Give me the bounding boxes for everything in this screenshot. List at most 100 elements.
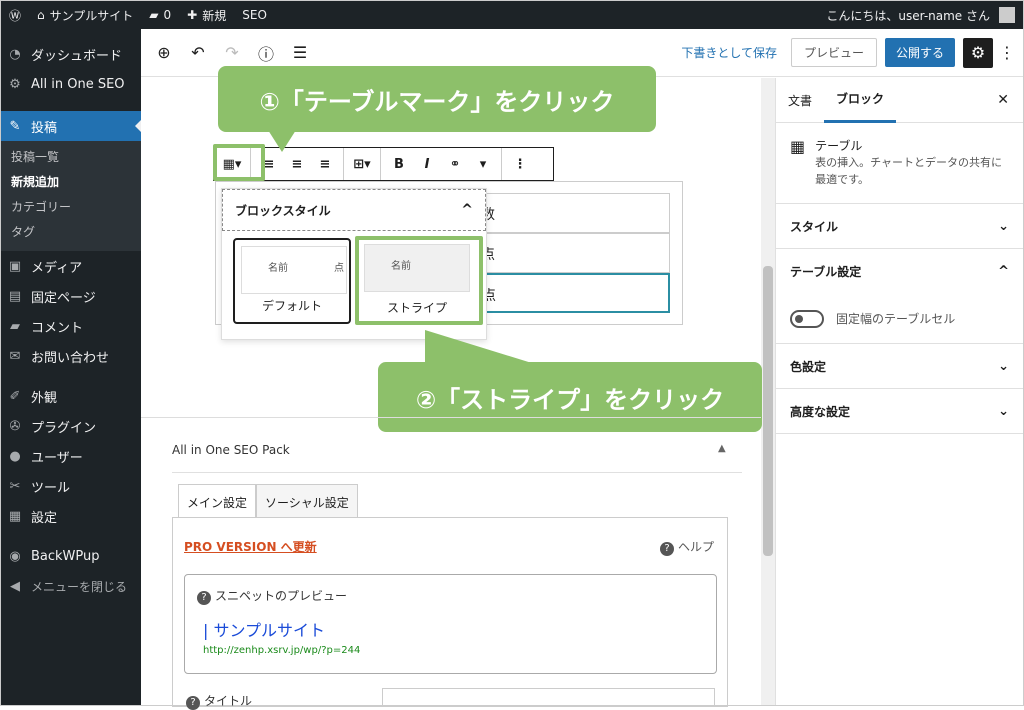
highlight-stripe-option [355,236,483,325]
comment-icon: ▰ [149,8,159,22]
close-icon[interactable]: ✕ [997,92,1009,108]
submenu-add-new[interactable]: 新規追加 [1,170,141,195]
submenu-tags[interactable]: タグ [1,220,141,245]
panel-tabs: 文書 ブロック ✕ [776,78,1023,123]
snippet-preview: ? スニペットのプレビュー | サンプルサイト http://zenhp.xsrv… [184,574,717,674]
block-more-icon[interactable]: ⋮ [506,157,534,172]
submenu-categories[interactable]: カテゴリー [1,195,141,220]
sidebar-item-aioseo[interactable]: ⚙ All in One SEO [1,69,141,99]
style-option-default[interactable]: 名前点 デフォルト [233,238,351,324]
sidebar-item-users[interactable]: ● ユーザー [1,441,141,471]
account-menu[interactable]: こんにちは、user-name さん [818,1,1023,29]
sidebar-item-posts[interactable]: ✎ 投稿 [1,111,142,141]
snippet-title: | サンプルサイト [203,621,325,640]
undo-icon[interactable]: ↶ [181,43,215,62]
fixed-width-toggle-row: 固定幅のテーブルセル [776,294,1023,344]
page-icon: ▤ [8,288,22,304]
save-draft-link[interactable]: 下書きとして保存 [681,44,777,61]
chevron-down-icon: ⌄ [998,358,1009,374]
divider [172,472,742,473]
table-icon: ▦ [790,137,806,156]
comments-link[interactable]: ▰ 0 [141,1,179,29]
backwpup-icon: ◉ [9,548,21,564]
sidebar-item-collapse[interactable]: ◀ メニューを閉じる [1,571,141,601]
block-card: ▦ テーブル 表の挿入。チャートとデータの共有に最適です。 [776,123,1023,204]
more-options-icon[interactable]: ⋮ [999,43,1015,62]
title-input[interactable] [382,688,715,706]
mail-icon: ✉ [9,348,21,364]
scrollbar[interactable] [761,78,775,705]
tab-document[interactable]: 文書 [776,78,824,123]
new-link[interactable]: ✚ 新規 [179,1,234,29]
sidebar-item-appearance[interactable]: ✐ 外観 [1,381,141,411]
submenu-all-posts[interactable]: 投稿一覧 [1,145,141,170]
scrollbar-thumb[interactable] [763,266,773,556]
settings-panel: 文書 ブロック ✕ ▦ テーブル 表の挿入。チャートとデータの共有に最適です。 … [775,78,1023,705]
tab-main-settings[interactable]: メイン設定 [178,484,257,518]
plugin-icon: ✇ [9,418,21,434]
sidebar-item-backwpup[interactable]: ◉ BackWPup [1,541,141,571]
pin-icon: ✎ [9,118,21,134]
snippet-heading: ? スニペットのプレビュー [197,587,347,605]
help-icon: ? [660,542,674,556]
sidebar-item-settings[interactable]: ▦ 設定 [1,501,141,531]
sidebar-item-tools[interactable]: ✂ ツール [1,471,141,501]
help-link[interactable]: ? ヘルプ [660,538,714,556]
fixed-width-toggle[interactable] [790,309,824,328]
link-icon[interactable]: ⚭ [441,157,469,172]
panel-section-advanced[interactable]: 高度な設定 ⌄ [776,389,1023,434]
comment-icon: ▰ [10,318,20,334]
sidebar-item-dashboard[interactable]: ◔ ダッシュボード [1,39,141,69]
add-block-icon[interactable]: ⊕ [147,43,181,62]
pro-version-link[interactable]: PRO VERSION へ更新 [184,538,317,555]
chevron-up-icon: ^ [461,202,473,218]
highlight-table-icon [213,144,265,181]
italic-icon[interactable]: I [413,157,441,172]
help-icon: ? [186,696,200,710]
block-styles-header[interactable]: ブロックスタイル ^ [222,189,486,231]
style-preview: 名前点 [241,246,347,294]
tab-block[interactable]: ブロック [824,78,897,123]
sidebar-item-comments[interactable]: ▰ コメント [1,311,141,341]
panel-section-table-settings[interactable]: テーブル設定 ^ [776,249,1023,294]
admin-sidebar: ◔ ダッシュボード ⚙ All in One SEO ✎ 投稿 投稿一覧 新規追加 カ… [1,29,142,705]
site-link[interactable]: ⌂ サンプルサイト [29,1,141,29]
plus-icon: ✚ [187,8,198,22]
sidebar-item-media[interactable]: ▣ メディア [1,251,141,281]
user-icon: ● [9,448,21,464]
wp-logo-icon[interactable]: Ⓦ [1,1,29,29]
help-icon: ? [197,591,211,605]
publish-button[interactable]: 公開する [884,38,955,67]
chevron-up-icon: ^ [998,264,1009,279]
sidebar-item-plugins[interactable]: ✇ プラグイン [1,411,141,441]
more-format-icon[interactable]: ▾ [469,157,497,172]
table-edit-icon[interactable]: ⊞▾ [348,157,376,172]
panel-section-color[interactable]: 色設定 ⌄ [776,344,1023,389]
dashboard-icon: ◔ [9,46,21,62]
seo-link[interactable]: SEO [234,1,275,29]
posts-submenu: 投稿一覧 新規追加 カテゴリー タグ [1,141,141,251]
callout-pointer [425,330,535,364]
info-icon[interactable]: ⓘ [249,41,283,65]
wrench-icon: ✂ [9,478,21,494]
align-center-icon[interactable]: ≡ [283,157,311,172]
block-description: 表の挿入。チャートとデータの共有に最適です。 [815,156,1003,186]
redo-icon[interactable]: ↷ [215,43,249,62]
callout-step-2: ②「ストライプ」をクリック [378,362,762,432]
tab-social-settings[interactable]: ソーシャル設定 [256,484,358,518]
collapse-triangle-icon[interactable]: ▲ [718,443,726,454]
gear-icon: ⚙ [9,76,21,92]
sidebar-item-contact[interactable]: ✉ お問い合わせ [1,341,141,371]
callout-pointer [268,130,296,152]
align-right-icon[interactable]: ≡ [311,157,339,172]
seo-pack-title: All in One SEO Pack [172,443,290,457]
panel-section-style[interactable]: スタイル ⌄ [776,204,1023,249]
admin-bar: Ⓦ ⌂ サンプルサイト ▰ 0 ✚ 新規 SEO こんにちは、user-name さん [1,1,1023,29]
preview-button[interactable]: プレビュー [790,38,877,67]
bold-icon[interactable]: B [385,157,413,172]
outline-icon[interactable]: ☰ [283,43,317,62]
snippet-url: http://zenhp.xsrv.jp/wp/?p=244 [203,645,361,656]
settings-gear-icon[interactable]: ⚙ [963,37,993,68]
sidebar-item-pages[interactable]: ▤ 固定ページ [1,281,141,311]
block-name: テーブル [815,139,863,153]
